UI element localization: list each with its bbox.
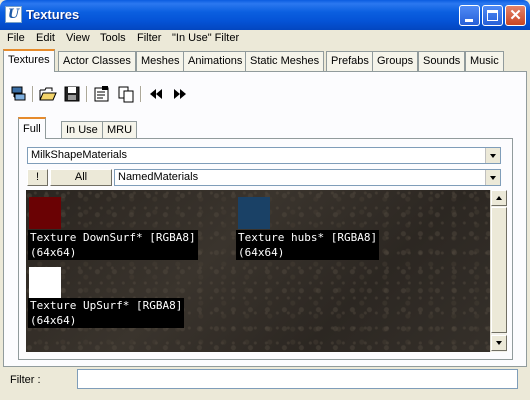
fast-forward-icon[interactable]: [170, 84, 190, 104]
filter-label: Filter :: [10, 374, 41, 386]
maximize-icon: [487, 10, 498, 21]
texture-label[interactable]: Texture hubs* [RGBA8] (64x64): [236, 230, 380, 260]
scroll-up-button[interactable]: [491, 190, 507, 206]
save-disk-icon[interactable]: [62, 84, 82, 104]
tab-groups[interactable]: Groups: [372, 51, 419, 71]
menu-filter[interactable]: Filter: [137, 32, 161, 44]
texture-size: (64x64): [30, 246, 77, 259]
texture-name: Texture hubs* [RGBA8]: [238, 231, 378, 244]
menu-edit[interactable]: Edit: [36, 32, 55, 44]
menu-in-use-filter[interactable]: "In Use" Filter: [172, 32, 239, 44]
tab-full[interactable]: Full: [18, 117, 46, 139]
maximize-button[interactable]: [482, 5, 503, 26]
package-dropdown-button[interactable]: [485, 148, 500, 163]
menu-view[interactable]: View: [66, 32, 90, 44]
texture-name: Texture DownSurf* [RGBA8]: [30, 231, 196, 244]
group-combo[interactable]: NamedMaterials: [114, 169, 501, 186]
minimize-icon: [465, 19, 473, 22]
window-title: Textures: [26, 7, 80, 22]
unrealed-icon[interactable]: U: [5, 6, 22, 23]
texture-size: (64x64): [238, 246, 285, 259]
tab-actor-classes[interactable]: Actor Classes: [58, 51, 136, 71]
all-button[interactable]: All: [50, 169, 112, 186]
chevron-down-icon: [490, 154, 496, 158]
toolbar-separator: [86, 86, 88, 102]
arrow-up-icon: [496, 196, 502, 200]
toolbar-separator: [32, 86, 34, 102]
minimize-button[interactable]: [459, 5, 480, 26]
tab-mru[interactable]: MRU: [102, 121, 138, 138]
tab-textures[interactable]: Textures: [3, 49, 55, 72]
exclaim-button[interactable]: !: [27, 169, 48, 186]
scroll-down-button[interactable]: [491, 335, 507, 351]
texture-name: Texture UpSurf* [RGBA8]: [30, 299, 183, 312]
package-combo[interactable]: MilkShapeMaterials: [27, 147, 501, 164]
texture-label[interactable]: Texture UpSurf* [RGBA8] (64x64): [28, 298, 185, 328]
menu-bar: File Edit View Tools Filter "In Use" Fil…: [0, 30, 530, 49]
tab-static-meshes[interactable]: Static Meshes: [245, 51, 325, 71]
copy-icon[interactable]: [116, 84, 136, 104]
scroll-thumb[interactable]: [491, 207, 507, 333]
group-dropdown-button[interactable]: [485, 170, 500, 185]
menu-file[interactable]: File: [7, 32, 25, 44]
chevron-down-icon: [490, 176, 496, 180]
texture-label[interactable]: Texture DownSurf* [RGBA8] (64x64): [28, 230, 198, 260]
browser-icon[interactable]: [9, 84, 29, 104]
tab-sounds[interactable]: Sounds: [418, 51, 466, 71]
filter-input[interactable]: [77, 369, 518, 389]
rewind-icon[interactable]: [146, 84, 166, 104]
texture-thumbnail-upsurf[interactable]: [29, 267, 61, 299]
tab-in-use[interactable]: In Use: [61, 121, 103, 138]
close-button[interactable]: ✕: [505, 5, 526, 26]
open-folder-icon[interactable]: [38, 84, 58, 104]
texture-thumbnail-hubs[interactable]: [238, 197, 270, 229]
group-combo-value: NamedMaterials: [118, 171, 199, 183]
arrow-down-icon: [496, 341, 502, 345]
close-icon: ✕: [509, 7, 522, 24]
menu-tools[interactable]: Tools: [100, 32, 126, 44]
texture-size: (64x64): [30, 314, 77, 327]
title-bar[interactable]: U Textures ✕: [0, 0, 530, 30]
package-combo-value: MilkShapeMaterials: [31, 149, 127, 161]
tab-prefabs[interactable]: Prefabs: [326, 51, 374, 71]
tab-music[interactable]: Music: [465, 51, 504, 71]
properties-icon[interactable]: [92, 84, 112, 104]
tab-animations[interactable]: Animations: [183, 51, 248, 71]
tab-meshes[interactable]: Meshes: [136, 51, 185, 71]
toolbar-separator: [140, 86, 142, 102]
texture-viewer[interactable]: Texture DownSurf* [RGBA8] (64x64) Textur…: [26, 190, 490, 352]
texture-scrollbar[interactable]: [490, 190, 507, 352]
texture-thumbnail-downsurf[interactable]: [29, 197, 61, 229]
